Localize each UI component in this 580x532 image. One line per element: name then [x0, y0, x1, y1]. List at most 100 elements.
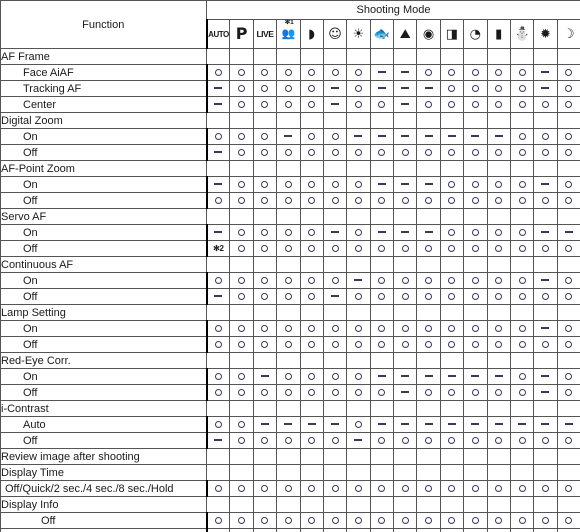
- available-circle-icon: [378, 100, 386, 108]
- availability-cell: [346, 320, 371, 337]
- availability-cell: [369, 432, 395, 449]
- availability-cell: [276, 128, 301, 145]
- row-spacer: [463, 496, 488, 513]
- availability-cell: [486, 240, 511, 257]
- available-circle-icon: [565, 132, 573, 140]
- available-circle-icon: [331, 68, 339, 76]
- row-label: Off: [0, 144, 207, 161]
- available-circle-icon: [238, 292, 246, 300]
- row-label: Auto: [0, 416, 207, 433]
- available-circle-icon: [214, 420, 222, 428]
- availability-cell: [346, 96, 371, 113]
- availability-cell: [346, 432, 371, 449]
- available-circle-icon: [378, 324, 386, 332]
- unavailable-dash-icon: [541, 327, 550, 329]
- available-circle-icon: [214, 340, 222, 348]
- section-header-spacer: [252, 112, 278, 129]
- section-header-spacer: [299, 304, 324, 321]
- mode-column-header-toycam: ◉: [416, 19, 441, 49]
- availability-cell: [533, 224, 558, 241]
- availability-cell: [205, 528, 231, 532]
- section-header-spacer: [556, 256, 580, 273]
- availability-cell: [252, 512, 278, 529]
- availability-cell: [369, 224, 395, 241]
- unavailable-dash-icon: [401, 423, 410, 425]
- section-header-spacer: [509, 448, 535, 465]
- availability-cell: [416, 96, 441, 113]
- availability-cell: [463, 368, 488, 385]
- section-header-spacer: [205, 112, 231, 129]
- availability-cell: [463, 224, 488, 241]
- section-header-spacer: [486, 160, 511, 177]
- availability-cell: [392, 368, 418, 385]
- unavailable-dash-icon: [424, 231, 433, 233]
- available-circle-icon: [565, 516, 573, 524]
- availability-cell: [252, 176, 278, 193]
- availability-cell: [556, 240, 580, 257]
- availability-cell: [276, 224, 301, 241]
- section-header-spacer: [276, 160, 301, 177]
- mode-column-header-live: LIVE: [252, 19, 278, 49]
- table-row: Off: [0, 384, 580, 401]
- availability-cell: [533, 384, 558, 401]
- available-circle-icon: [518, 324, 526, 332]
- row-label-text: Off: [23, 146, 38, 159]
- available-circle-icon: [284, 196, 292, 204]
- section-header-spacer: [229, 400, 254, 417]
- available-circle-icon: [448, 324, 456, 332]
- section-header-spacer: [509, 160, 535, 177]
- section-header-spacer: [299, 400, 324, 417]
- availability-cell: [276, 144, 301, 161]
- availability-cell: [439, 64, 465, 81]
- availability-cell: [205, 96, 231, 113]
- availability-cell: [322, 144, 348, 161]
- section-header-spacer: [556, 400, 580, 417]
- unavailable-dash-icon: [354, 279, 363, 281]
- unavailable-dash-icon: [214, 87, 223, 89]
- section-header-spacer: [252, 208, 278, 225]
- available-circle-icon: [518, 372, 526, 380]
- available-circle-icon: [448, 196, 456, 204]
- section-header-spacer: [392, 256, 418, 273]
- available-circle-icon: [261, 132, 269, 140]
- available-circle-icon: [214, 276, 222, 284]
- available-circle-icon: [425, 324, 433, 332]
- availability-cell: [346, 192, 371, 209]
- unavailable-dash-icon: [541, 183, 550, 185]
- unavailable-dash-icon: [214, 103, 223, 105]
- section-header-spacer: [205, 304, 231, 321]
- available-circle-icon: [261, 196, 269, 204]
- available-circle-icon: [354, 100, 362, 108]
- available-circle-icon: [518, 148, 526, 156]
- availability-cell: [509, 96, 535, 113]
- available-circle-icon: [331, 436, 339, 444]
- section-header-spacer: [439, 352, 465, 369]
- availability-cell: [205, 272, 231, 289]
- row-label: Center: [0, 96, 207, 113]
- row-label: Display Time: [0, 464, 207, 481]
- fireworks-mode-icon: ✹: [535, 28, 556, 41]
- availability-cell: [486, 528, 511, 532]
- section-header-spacer: [416, 448, 441, 465]
- section-header-spacer: [205, 400, 231, 417]
- section-header-spacer: [229, 352, 254, 369]
- row-label-text: Off: [23, 434, 38, 447]
- availability-cell: [556, 336, 580, 353]
- availability-cell: [439, 480, 465, 497]
- row-spacer: [299, 496, 324, 513]
- section-header-spacer: [556, 304, 580, 321]
- availability-cell: [556, 272, 580, 289]
- available-circle-icon: [354, 324, 362, 332]
- availability-cell: [252, 480, 278, 497]
- unavailable-dash-icon: [564, 423, 573, 425]
- available-circle-icon: [308, 292, 316, 300]
- table-row: Off: [0, 512, 580, 529]
- availability-cell: [229, 240, 254, 257]
- available-circle-icon: [518, 100, 526, 108]
- section-header-spacer: [276, 448, 301, 465]
- availability-cell: [346, 64, 371, 81]
- row-label: Tracking AF: [0, 80, 207, 97]
- function-column-header: Function: [0, 0, 207, 49]
- super-vivid-effect-icon: ◔: [465, 28, 486, 41]
- available-circle-icon: [448, 292, 456, 300]
